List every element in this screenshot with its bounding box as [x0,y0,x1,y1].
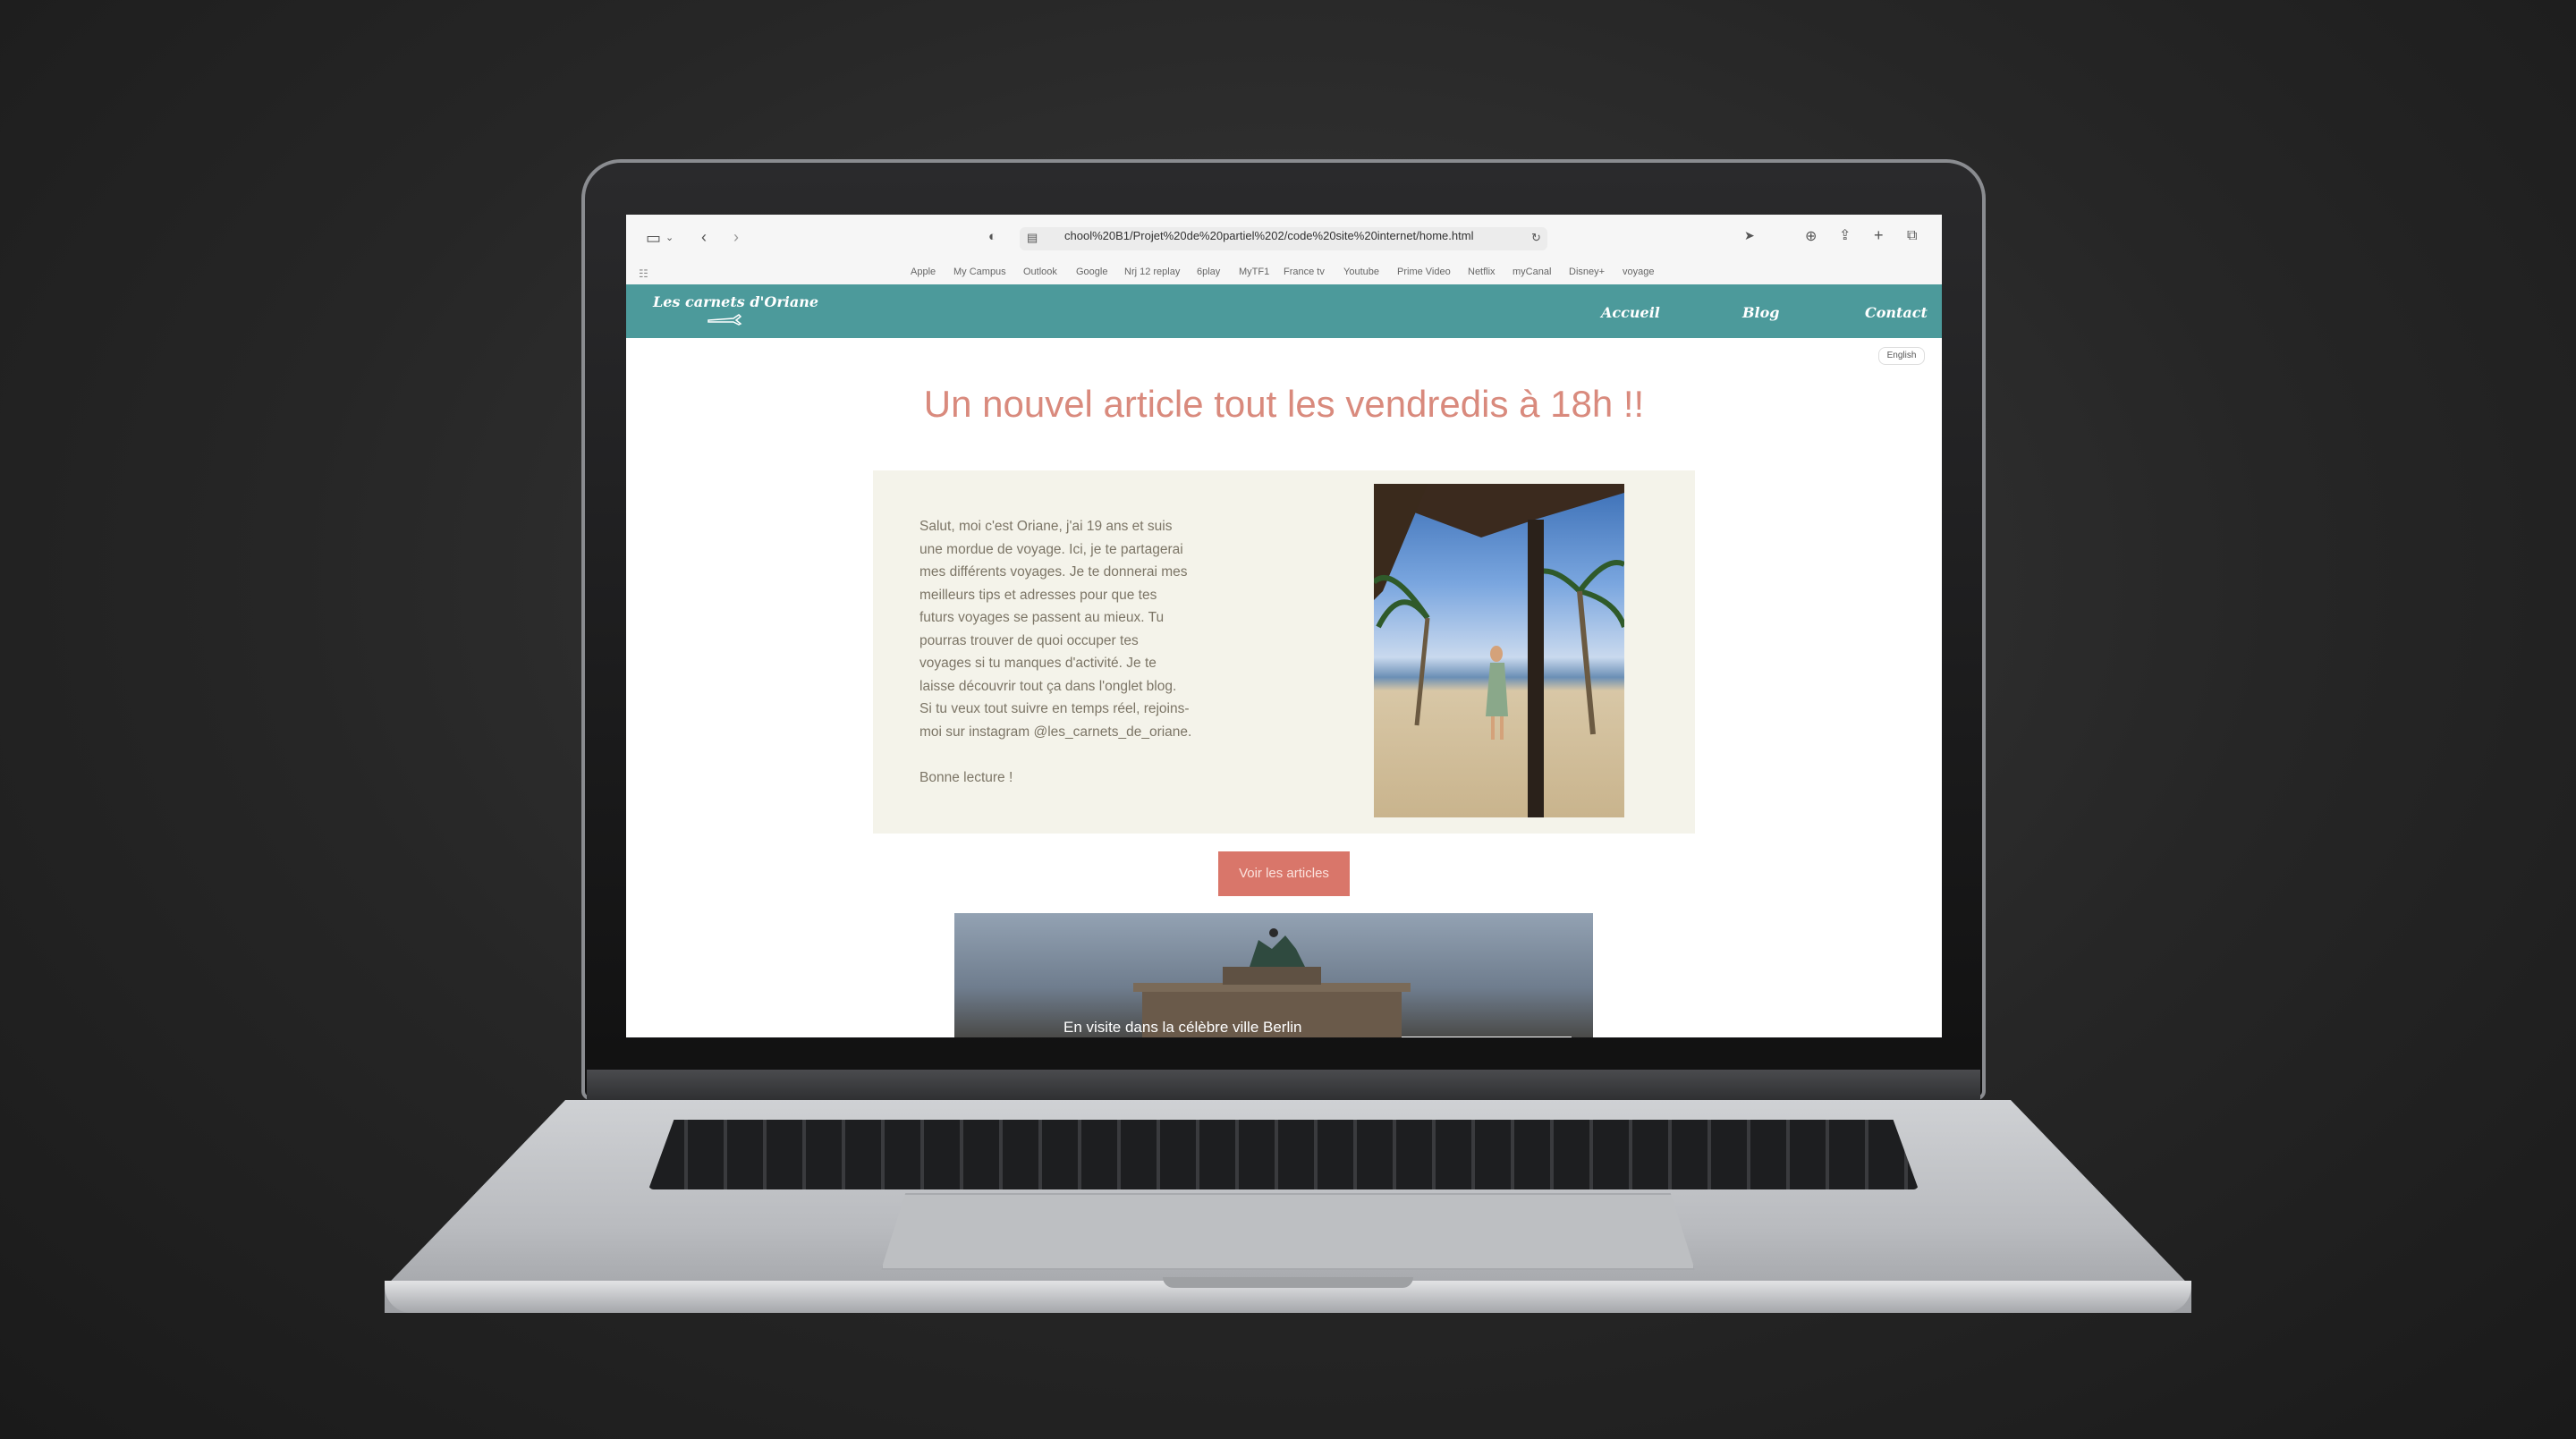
site-navbar: Les carnets d'Oriane Accueil Blog Contac… [626,284,1942,338]
laptop-screen: ▭ ⌄ ‹ › ◐ ▤ chool%20B1/Projet%20de%20par… [626,215,1942,1037]
intro-line: voyages si tu manques d'activité. Je te [919,656,1157,671]
site-logo-text: Les carnets d'Oriane [653,293,819,310]
forward-arrow-icon[interactable]: › [733,229,739,245]
reload-icon[interactable]: ↻ [1531,230,1541,246]
bookmark-disney[interactable]: Disney+ [1569,267,1605,277]
bookmark-6play[interactable]: 6play [1197,267,1220,277]
bookmark-mycanal[interactable]: myCanal [1513,267,1551,277]
intro-card: Salut, moi c'est Oriane, j'ai 19 ans et … [873,470,1695,834]
new-tab-plus-icon[interactable]: + [1874,227,1884,243]
intro-line: Si tu veux tout suivre en temps réel, re… [919,701,1190,716]
share-icon[interactable]: ⇪ [1839,228,1851,244]
privacy-shield-icon[interactable]: ◐ [988,229,996,245]
airplane-icon [708,314,742,326]
download-icon[interactable]: ⊕ [1805,229,1817,245]
intro-line: meilleurs tips et adresses pour que tes [919,587,1157,603]
see-articles-button[interactable]: Voir les articles [1218,851,1350,896]
bookmark-google[interactable]: Google [1076,267,1107,277]
back-arrow-icon[interactable]: ‹ [701,229,707,245]
nav-contact[interactable]: Contact [1865,304,1928,321]
bookmark-france-tv[interactable]: France tv [1284,267,1325,277]
intro-line: Salut, moi c'est Oriane, j'ai 19 ans et … [919,519,1173,534]
bookmark-netflix[interactable]: Netflix [1468,267,1496,277]
bookmark-prime-video[interactable]: Prime Video [1397,267,1451,277]
nav-blog[interactable]: Blog [1742,304,1779,321]
page-headline: Un nouvel article tout les vendredis à 1… [923,383,1645,425]
intro-line: mes différents voyages. Je te donnerai m… [919,564,1188,580]
bookmark-my-campus[interactable]: My Campus [953,267,1006,277]
bookmark-voyage[interactable]: voyage [1623,267,1654,277]
mouse-cursor-icon: ➤ [1744,228,1755,242]
bookmarks-grid-icon[interactable]: ☷ [639,266,648,282]
nav-accueil[interactable]: Accueil [1601,304,1660,321]
site-logo[interactable]: Les carnets d'Oriane [653,293,819,326]
chevron-down-icon[interactable]: ⌄ [665,230,674,246]
bookmark-youtube[interactable]: Youtube [1343,267,1379,277]
intro-line: laisse découvrir tout ça dans l'onglet b… [919,678,1177,694]
intro-sign-off: Bonne lecture ! [919,770,1013,785]
laptop-keyboard [648,1120,1919,1189]
berlin-banner[interactable]: En visite dans la célèbre ville Berlin [954,913,1593,1037]
intro-line: futurs voyages se passent au mieux. Tu [919,610,1165,625]
bookmark-outlook[interactable]: Outlook [1023,267,1057,277]
banner-caption: En visite dans la célèbre ville Berlin [1063,1019,1302,1036]
url-text: chool%20B1/Projet%20de%20partiel%202/cod… [1064,229,1474,242]
bookmark-nrj12[interactable]: Nrj 12 replay [1124,267,1180,277]
bookmarks-bar: ☷ Apple My Campus Outlook Google Nrj 12 … [626,261,1942,285]
intro-text: Salut, moi c'est Oriane, j'ai 19 ans et … [919,515,1233,790]
intro-line: moi sur instagram @les_carnets_de_oriane… [919,724,1192,740]
browser-toolbar: ▭ ⌄ ‹ › ◐ ▤ chool%20B1/Projet%20de%20par… [626,215,1942,261]
laptop-trackpad [881,1193,1695,1270]
bookmark-mytf1[interactable]: MyTF1 [1239,267,1269,277]
language-button[interactable]: English [1878,347,1925,365]
intro-line: une mordue de voyage. Ici, je te partage… [919,541,1183,557]
sidebar-toggle-icon[interactable]: ▭ [646,230,661,246]
bookmark-apple[interactable]: Apple [911,267,936,277]
laptop-notch [1163,1277,1413,1288]
page-icon: ▤ [1027,231,1038,244]
intro-line: pourras trouver de quoi occuper tes [919,632,1139,648]
beach-photo [1374,484,1624,817]
tab-overview-icon[interactable]: ⧉ [1907,228,1917,244]
